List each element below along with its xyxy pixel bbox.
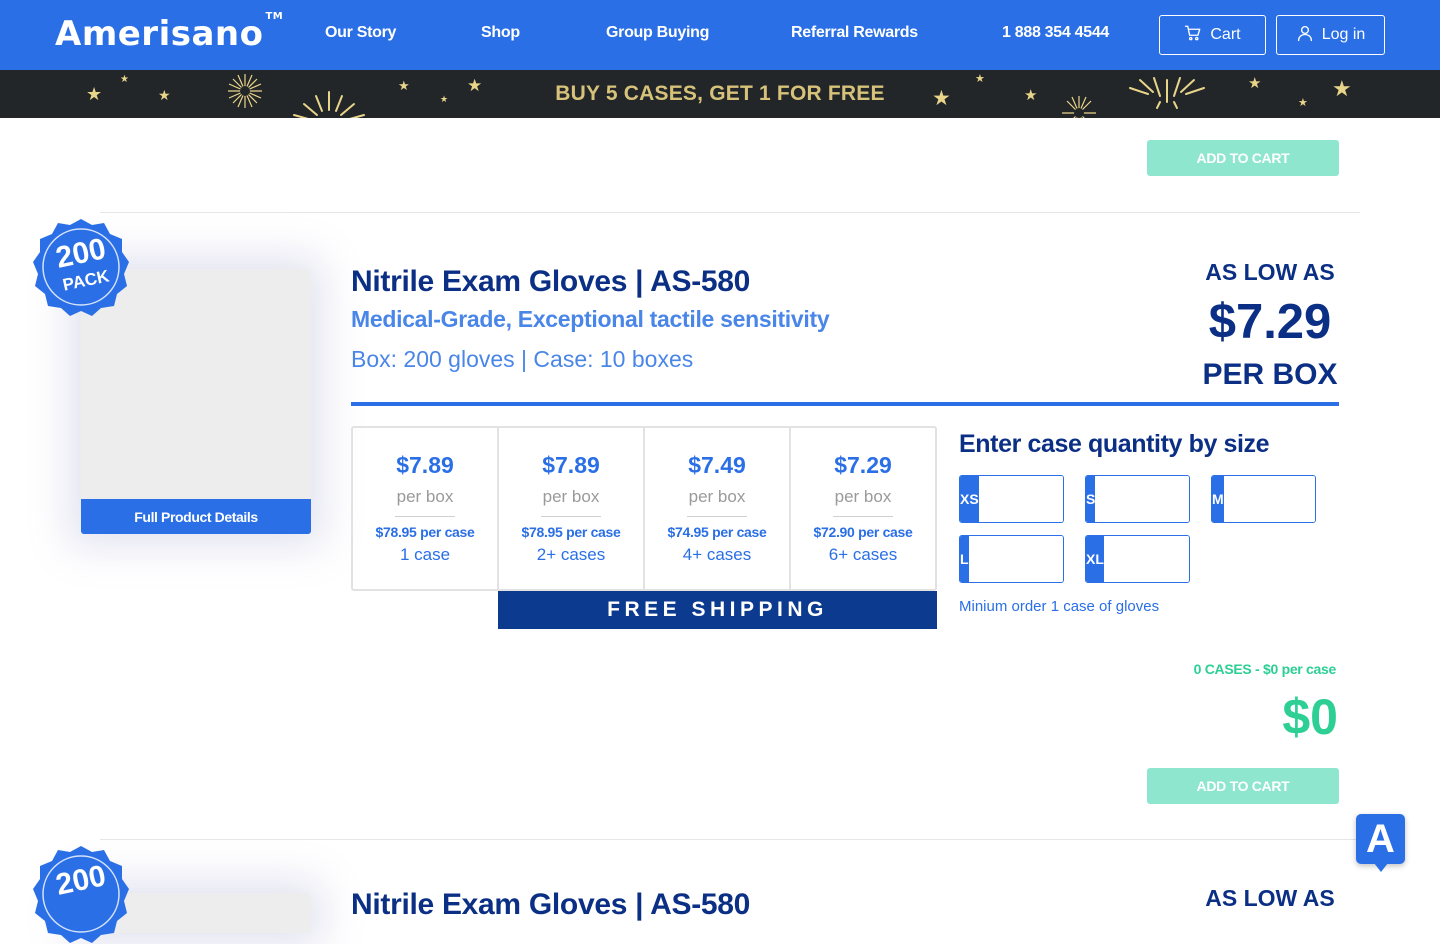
top-navbar: Amerisano TM Our Story Shop Group Buying …	[0, 0, 1440, 70]
phone-number-link[interactable]: 1 888 354 4544	[1002, 24, 1109, 42]
product-title[interactable]: Nitrile Exam Gloves | AS-580	[351, 888, 750, 922]
size-m-quantity-input[interactable]	[1223, 476, 1315, 522]
size-label: S	[1086, 476, 1096, 522]
tier-unit: per box	[834, 487, 892, 506]
nav-referral-rewards[interactable]: Referral Rewards	[791, 24, 918, 42]
price-tier: $7.89 per box $78.95 per case 2+ cases	[499, 428, 645, 589]
size-xs-field: XS	[959, 475, 1064, 523]
as-low-as-label: AS LOW AS	[1205, 259, 1335, 285]
promo-banner: ★ ★ ★ ★ ★ ★ BUY 5 CASES, GET 1 FOR FREE …	[0, 70, 1440, 118]
size-l-field: L	[959, 535, 1064, 583]
price-tiers-table: $7.89 per box $78.95 per case 1 case $7.…	[351, 426, 937, 591]
product-pack-info: Box: 200 gloves | Case: 10 boxes	[351, 346, 694, 372]
pack-size-badge: 200	[31, 844, 131, 944]
size-s-field: S	[1085, 475, 1190, 523]
star-icon: ★	[1332, 76, 1352, 101]
title-underline	[351, 402, 1339, 406]
size-label: XS	[960, 476, 979, 522]
star-icon: ★	[1298, 97, 1308, 109]
star-icon: ★	[975, 73, 985, 85]
cart-icon	[1184, 24, 1202, 47]
tier-case-price: $78.95 per case	[375, 524, 475, 540]
size-l-quantity-input[interactable]	[968, 536, 1063, 582]
tier-case-price: $74.95 per case	[667, 524, 767, 540]
nav-shop[interactable]: Shop	[481, 24, 520, 42]
tier-case-price: $78.95 per case	[521, 524, 621, 540]
tier-case-count: 2+ cases	[536, 545, 606, 564]
product-title[interactable]: Nitrile Exam Gloves | AS-580	[351, 265, 750, 299]
price-tier: $7.29 per box $72.90 per case 6+ cases	[791, 428, 935, 589]
firework-icon	[1062, 96, 1096, 118]
star-icon: ★	[932, 87, 951, 110]
accessibility-widget-button[interactable]: A	[1356, 814, 1405, 872]
tier-unit: per box	[542, 487, 600, 506]
tier-divider	[833, 516, 893, 517]
tier-price: $7.89	[542, 452, 600, 478]
size-xs-quantity-input[interactable]	[978, 476, 1063, 522]
tier-case-count: 1 case	[399, 545, 451, 564]
size-label: M	[1212, 476, 1224, 522]
tier-price: $7.29	[834, 452, 892, 478]
tier-unit: per box	[396, 487, 454, 506]
nav-our-story[interactable]: Our Story	[325, 24, 396, 42]
star-icon: ★	[1024, 87, 1038, 104]
per-box-label: PER BOX	[1202, 358, 1338, 391]
tier-unit: per box	[688, 487, 746, 506]
as-low-as-label: AS LOW AS	[1205, 885, 1335, 911]
section-divider	[100, 839, 1360, 840]
brand-logo[interactable]: Amerisano TM	[55, 11, 283, 54]
tier-case-count: 4+ cases	[682, 545, 752, 564]
tier-case-price: $72.90 per case	[813, 524, 913, 540]
full-product-details-button[interactable]: Full Product Details	[81, 499, 311, 534]
price-tier: $7.49 per box $74.95 per case 4+ cases	[645, 428, 791, 589]
tier-price: $7.89	[396, 452, 454, 478]
product-subtitle: Medical-Grade, Exceptional tactile sensi…	[351, 306, 830, 332]
promo-text: BUY 5 CASES, GET 1 FOR FREE	[555, 82, 885, 105]
free-shipping-banner: FREE SHIPPING	[498, 591, 937, 629]
size-s-quantity-input[interactable]	[1095, 476, 1189, 522]
login-label: Log in	[1321, 26, 1366, 43]
login-button[interactable]: Log in	[1276, 15, 1385, 55]
tier-divider	[395, 516, 455, 517]
order-total: $0	[1282, 689, 1338, 745]
size-label: L	[960, 536, 969, 582]
price-tier: $7.89 per box $78.95 per case 1 case	[353, 428, 499, 589]
section-divider	[100, 212, 1360, 213]
tier-divider	[687, 516, 747, 517]
star-icon: ★	[1248, 75, 1262, 92]
tier-divider	[541, 516, 601, 517]
add-to-cart-button[interactable]: ADD TO CART	[1147, 768, 1339, 804]
quantity-heading: Enter case quantity by size	[959, 430, 1270, 458]
tier-price: $7.49	[688, 452, 746, 478]
minimum-order-note: Minium order 1 case of gloves	[959, 598, 1160, 615]
user-icon	[1296, 24, 1314, 47]
size-label: XL	[1086, 536, 1104, 582]
lowest-price: $7.29	[1208, 295, 1332, 349]
firework-icon	[1129, 77, 1205, 109]
pack-size-badge: 200 PACK	[31, 217, 131, 317]
nav-group-buying[interactable]: Group Buying	[606, 24, 709, 42]
size-xl-quantity-input[interactable]	[1103, 536, 1189, 582]
cart-label: Cart	[1210, 26, 1241, 43]
size-m-field: M	[1211, 475, 1316, 523]
tier-case-count: 6+ cases	[828, 545, 898, 564]
cart-button[interactable]: Cart	[1159, 15, 1266, 55]
cases-summary: 0 CASES - $0 per case	[1193, 661, 1337, 677]
add-to-cart-button[interactable]: ADD TO CART	[1147, 140, 1339, 176]
size-xl-field: XL	[1085, 535, 1190, 583]
